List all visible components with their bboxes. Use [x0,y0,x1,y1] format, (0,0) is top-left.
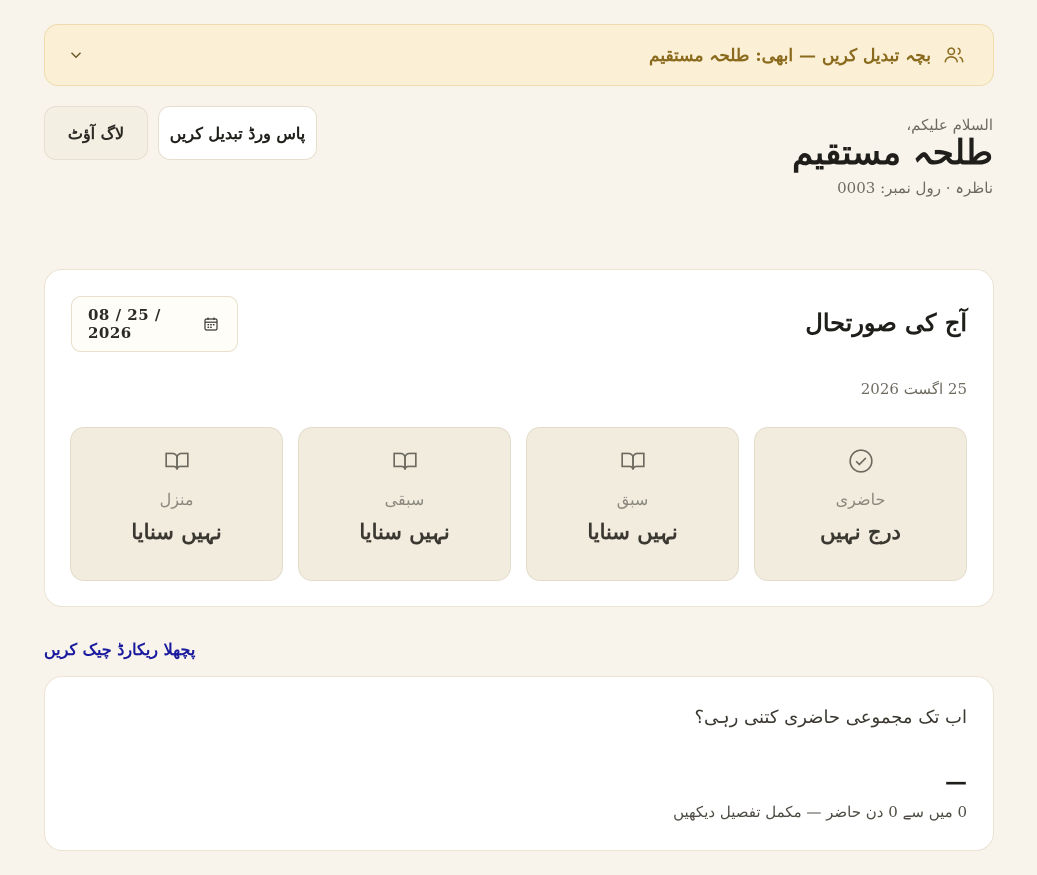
book-open-icon [620,448,646,474]
book-open-icon [164,448,190,474]
attendance-value: — [945,769,967,795]
stat-label: حاضری [835,490,886,509]
logout-button[interactable]: لاگ آؤٹ [44,106,148,160]
stat-sabaq: سبق نہیں سنایا [526,427,739,581]
stat-value: نہیں سنایا [359,519,450,544]
change-password-button[interactable]: پاس ورڈ تبدیل کریں [158,106,317,160]
greeting-salam: السلام علیکم، [906,116,993,134]
stat-value: نہیں سنایا [587,519,678,544]
attendance-question: اب تک مجموعی حاضری کتنی رہی؟ [694,707,967,728]
past-records-link[interactable]: پچھلا ریکارڈ چیک کریں [44,640,195,659]
stat-sabqi: سبقی نہیں سنایا [298,427,511,581]
stat-value: درج نہیں [820,519,901,544]
today-date-label: 25 اگست 2026 [860,380,967,398]
attendance-summary-text[interactable]: 0 میں سے 0 دن حاضر — مکمل تفصیل دیکھیں [673,803,967,821]
stat-label: سبقی [384,490,425,509]
stat-value: نہیں سنایا [131,519,222,544]
today-title: آج کی صورتحال [805,308,967,337]
date-value: 08 / 25 / 2026 [88,306,161,342]
today-status-card: آج کی صورتحال 25 اگست 2026 08 / 25 / 202… [44,269,994,607]
users-icon [943,44,965,66]
stat-label: سبق [616,490,649,509]
date-picker-input[interactable]: 08 / 25 / 2026 [71,296,238,352]
stat-attendance: حاضری درج نہیں [754,427,967,581]
child-switcher[interactable]: بچہ تبدیل کریں — ابھی: طلحہ مستقیم [44,24,994,86]
child-switcher-label-wrap: بچہ تبدیل کریں — ابھی: طلحہ مستقیم [649,44,965,66]
stat-manzil: منزل نہیں سنایا [70,427,283,581]
greeting-block: السلام علیکم، طلحہ مستقیم ناظرہ · رول نم… [792,116,993,197]
check-circle-icon [848,448,874,474]
attendance-summary-card[interactable]: اب تک مجموعی حاضری کتنی رہی؟ — 0 میں سے … [44,676,994,851]
child-switcher-text: بچہ تبدیل کریں — ابھی: طلحہ مستقیم [649,45,931,66]
chevron-down-icon[interactable] [67,46,85,64]
stat-label: منزل [159,490,194,509]
student-name: طلحہ مستقیم [792,133,993,173]
calendar-icon[interactable] [203,316,219,332]
book-open-icon [392,448,418,474]
student-meta: ناظرہ · رول نمبر: 0003 [837,179,993,198]
